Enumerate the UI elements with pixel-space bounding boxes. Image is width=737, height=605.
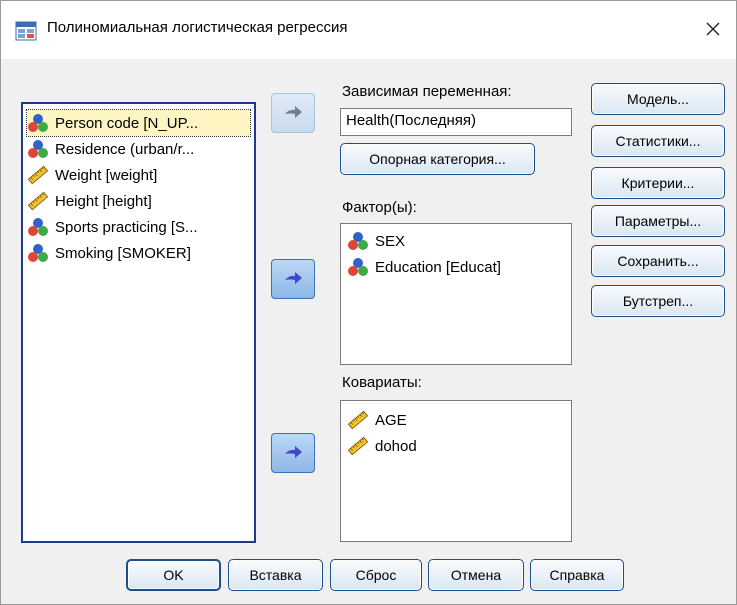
list-item-label: Sports practicing [S... — [55, 218, 198, 236]
factors-list[interactable]: SEX Education [Educat] — [340, 223, 572, 365]
list-item-label: Education [Educat] — [375, 258, 501, 276]
list-item[interactable]: Residence (urban/r... — [27, 136, 250, 162]
list-item[interactable]: SEX — [347, 228, 567, 254]
model-button[interactable]: Модель... — [591, 83, 725, 115]
list-item[interactable]: Sports practicing [S... — [27, 214, 250, 240]
scale-ruler-icon — [347, 410, 369, 430]
spss-dialog-icon — [15, 21, 37, 41]
factors-label: Фактор(ы): — [342, 199, 417, 216]
list-item[interactable]: Height [height] — [27, 188, 250, 214]
covariates-list[interactable]: AGE dohod — [340, 400, 572, 542]
nominal-icon — [28, 140, 48, 158]
list-item[interactable]: dohod — [347, 433, 567, 459]
dependent-variable-field[interactable]: Health(Последняя) — [340, 108, 572, 136]
source-variable-list[interactable]: Person code [N_UP... Residence (urban/r.… — [21, 102, 256, 543]
list-item[interactable]: Weight [weight] — [27, 162, 250, 188]
close-icon — [706, 22, 720, 36]
arrow-right-icon — [285, 272, 302, 284]
scale-ruler-icon — [27, 191, 49, 211]
reference-category-button[interactable]: Опорная категория... — [340, 143, 535, 175]
statistics-button[interactable]: Статистики... — [591, 125, 725, 157]
criteria-button[interactable]: Критерии... — [591, 167, 725, 199]
nominal-icon — [28, 244, 48, 262]
ok-button[interactable]: OK — [126, 559, 221, 591]
list-item[interactable]: Education [Educat] — [347, 254, 567, 280]
nominal-icon — [28, 114, 48, 132]
list-item-label: Weight [weight] — [55, 166, 158, 184]
dependent-variable-label: Зависимая переменная: — [342, 83, 512, 100]
scale-ruler-icon — [347, 436, 369, 456]
nominal-icon — [348, 232, 368, 250]
list-item-label: Height [height] — [55, 192, 152, 210]
save-button[interactable]: Сохранить... — [591, 245, 725, 277]
list-item-label: dohod — [375, 437, 417, 455]
close-button[interactable] — [695, 13, 731, 45]
move-to-dependent-button[interactable] — [271, 93, 315, 133]
options-button[interactable]: Параметры... — [591, 205, 725, 237]
window-title: Полиномиальная логистическая регрессия — [47, 19, 348, 36]
help-button[interactable]: Справка — [530, 559, 624, 591]
move-to-factors-button[interactable] — [271, 259, 315, 299]
move-to-covariates-button[interactable] — [271, 433, 315, 473]
bootstrap-button[interactable]: Бутстреп... — [591, 285, 725, 317]
list-item-label: AGE — [375, 411, 407, 429]
nominal-icon — [28, 218, 48, 236]
covariates-label: Ковариаты: — [342, 374, 422, 391]
title-bar: Полиномиальная логистическая регрессия — [1, 1, 736, 59]
list-item[interactable]: Person code [N_UP... — [26, 109, 251, 137]
list-item-label: Residence (urban/r... — [55, 140, 195, 158]
reset-button[interactable]: Сброс — [330, 559, 422, 591]
nominal-icon — [348, 258, 368, 276]
list-item-label: Person code [N_UP... — [55, 114, 199, 132]
paste-button[interactable]: Вставка — [228, 559, 323, 591]
list-item-label: Smoking [SMOKER] — [55, 244, 191, 262]
dialog-window: Полиномиальная логистическая регрессия P… — [0, 0, 737, 605]
list-item[interactable]: AGE — [347, 407, 567, 433]
cancel-button[interactable]: Отмена — [428, 559, 524, 591]
scale-ruler-icon — [27, 165, 49, 185]
arrow-right-icon — [285, 106, 302, 118]
list-item[interactable]: Smoking [SMOKER] — [27, 240, 250, 266]
list-item-label: SEX — [375, 232, 406, 250]
arrow-right-icon — [285, 446, 302, 458]
